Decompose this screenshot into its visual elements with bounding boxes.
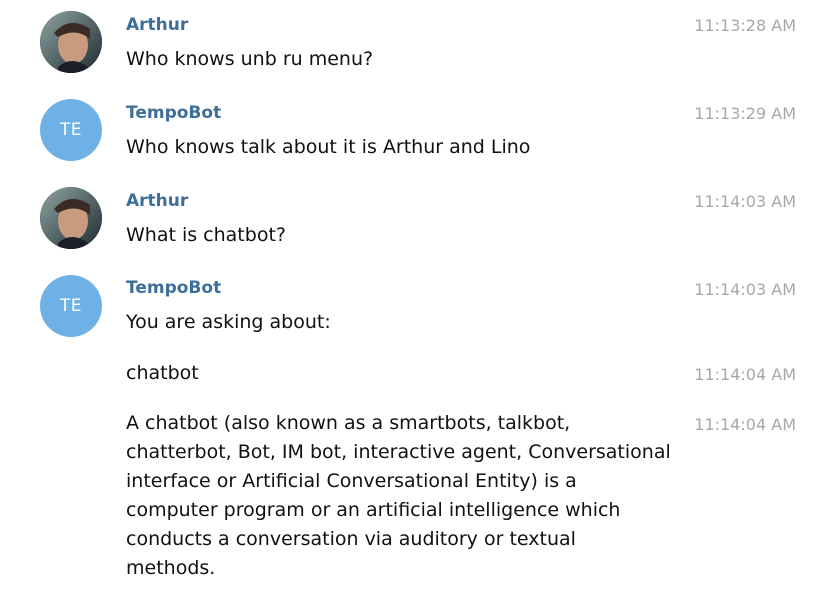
message-author[interactable]: Arthur (126, 15, 188, 35)
message-author[interactable]: Arthur (126, 191, 188, 211)
message-text: You are asking about: (126, 311, 331, 333)
chat-history: Arthur 11:13:28 AM Who knows unb ru menu… (0, 0, 821, 601)
message-author[interactable]: TempoBot (126, 278, 221, 298)
user-avatar[interactable] (40, 187, 102, 249)
user-photo (40, 187, 102, 249)
bot-avatar[interactable]: TE (40, 275, 102, 337)
message-timestamp: 11:14:03 AM (694, 192, 796, 211)
message-author[interactable]: TempoBot (126, 103, 221, 123)
message-text: chatbot (126, 362, 199, 384)
message-timestamp: 11:13:29 AM (694, 104, 796, 123)
bot-avatar[interactable]: TE (40, 99, 102, 161)
message-timestamp: 11:14:04 AM (694, 365, 796, 384)
message-timestamp: 11:14:03 AM (694, 280, 796, 299)
message-text: Who knows unb ru menu? (126, 48, 374, 70)
message-text: What is chatbot? (126, 224, 286, 246)
message-text: Who knows talk about it is Arthur and Li… (126, 136, 531, 158)
user-avatar[interactable] (40, 11, 102, 73)
user-photo (40, 11, 102, 73)
message-timestamp: 11:14:04 AM (694, 415, 796, 434)
message-text: A chatbot (also known as a smartbots, ta… (126, 412, 671, 579)
message-timestamp: 11:13:28 AM (694, 16, 796, 35)
